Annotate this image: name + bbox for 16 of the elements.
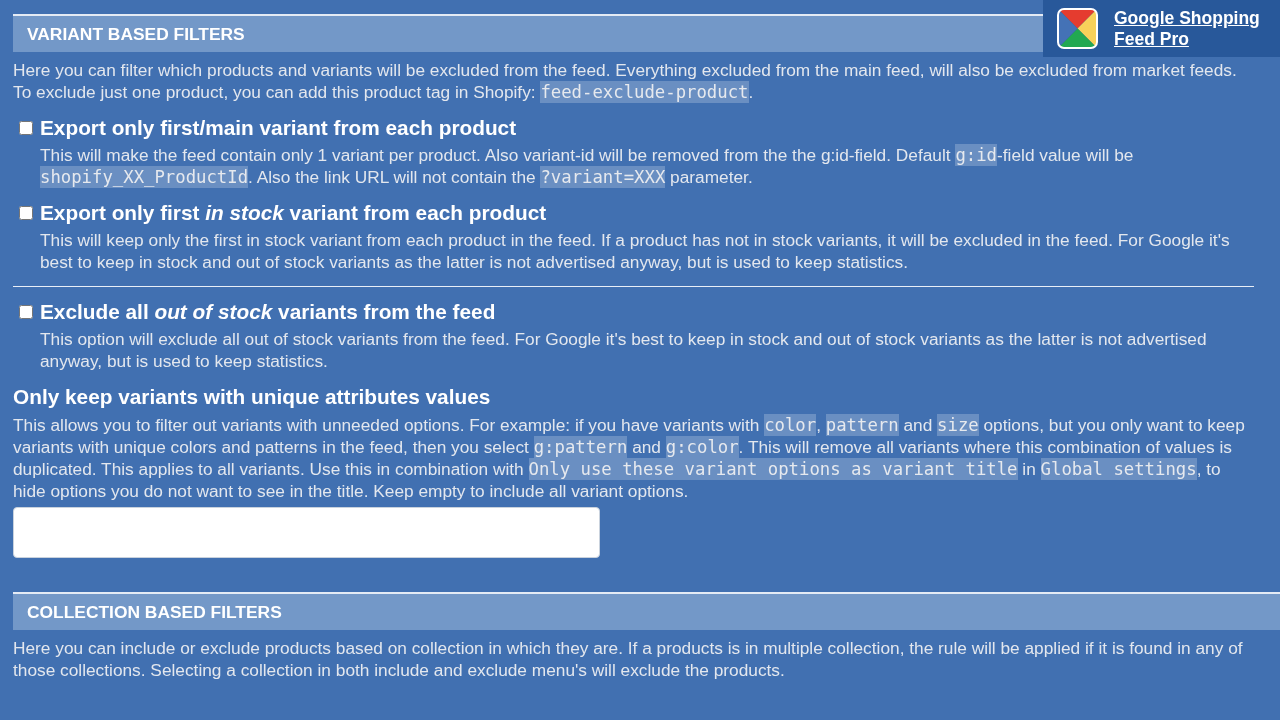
checkbox[interactable] xyxy=(19,206,33,220)
option-description: This will keep only the first in stock variant from each product in the feed. If a product has not in stock variants, it will be excluded in the feed. For Google it's best to keep in stock and out of stock variants as the latter is not advertised anyway, but is used to keep statistics. xyxy=(39,229,1231,273)
intro-paragraph: Here you can include or exclude products based on collection in which they are. If a products is in multiple collection, the rule will be applied if it is found in any of those collections. Selecting a collection in both include and exclude menu's will exclude the products. xyxy=(13,637,1244,681)
subsection-heading: Only keep variants with unique attributes values xyxy=(13,385,492,409)
subsection-description: This allows you to filter out variants with unneeded options. For example: if you have variants with color, pattern and size options, but you only want to keep variants with unique colors and patterns in the feed, then you select g:pattern and g:color. This will remove all variants where this combination of values is duplicated. This applies to all variants. Use this in combination with Only use these variant options as variant title in Global settings, to hide options you do not want to see in the title. Keep empty to include all variant options. xyxy=(13,414,1246,502)
intro-paragraph: Here you can filter which products and variants will be excluded from the feed. Everything excluded from the main feed, will also be excluded from market feeds. To exclude just one product, you can add this product tag in Shopify: feed-exclude-product. xyxy=(13,59,1238,103)
option-description: This option will exclude all out of stock variants from the feed. For Google it's best to keep in stock and out of stock variants as the latter is not advertised anyway, but is used to keep statistics. xyxy=(39,328,1208,372)
option-label: Export only first in stock variant from each product xyxy=(40,201,547,225)
app-logo-icon xyxy=(1057,8,1098,49)
option-description: This will make the feed contain only 1 variant per product. Also variant-id will be removed from the the g:id-field. Default g:id-field value will be shopify_XX_ProductId. Also the link URL will not contain the ?variant=XXX parameter. xyxy=(39,144,1135,188)
input-field[interactable] xyxy=(13,507,600,558)
checkbox[interactable] xyxy=(19,305,33,319)
checkbox[interactable] xyxy=(19,121,33,135)
section-header: COLLECTION BASED FILTERS xyxy=(13,592,1280,630)
option-label: Export only first/main variant from each product xyxy=(40,116,517,140)
option-label: Exclude all out of stock variants from the feed xyxy=(40,300,496,324)
